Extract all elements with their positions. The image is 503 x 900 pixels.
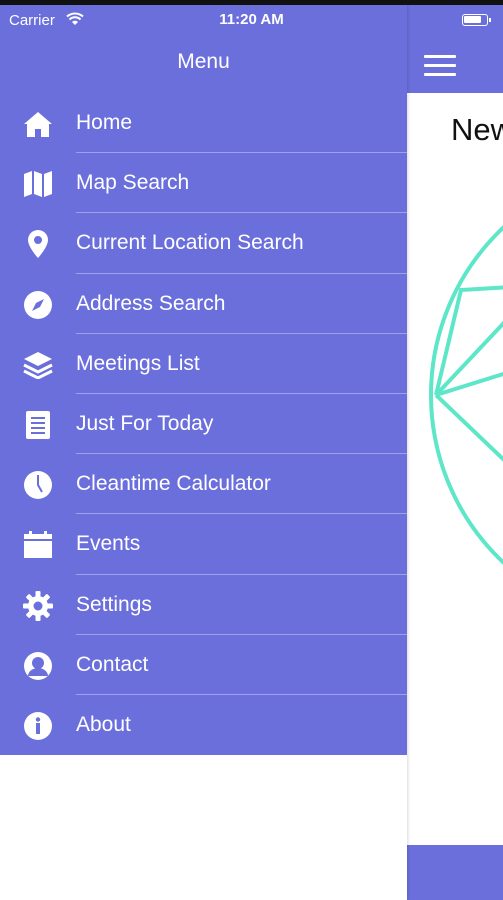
drawer-title: Menu [177,50,230,73]
menu-item-label: Just For Today [76,411,214,435]
menu-item-label: Home [76,111,133,134]
clock-time: 11:20 AM [219,11,284,28]
battery-icon [462,14,491,26]
logo-graphic [429,225,503,565]
person-icon [22,650,54,682]
menu-item-address-search[interactable]: Address Search [0,274,407,334]
map-icon [22,168,54,200]
menu-item-label: About [76,712,131,736]
home-icon [22,108,54,140]
side-drawer: Menu Home Map Search Current Location Se… [0,0,407,900]
menu-item-label: Events [76,532,141,556]
menu-item-about[interactable]: About [0,695,407,755]
menu-item-label: Address Search [76,291,226,315]
menu-item-settings[interactable]: Settings [0,575,407,635]
menu-item-label: Contact [76,652,149,676]
menu-item-label: Cleantime Calculator [76,472,271,496]
menu-item-events[interactable]: Events [0,514,407,575]
document-icon [22,409,54,441]
menu-item-home[interactable]: Home [0,93,407,154]
status-bar: Carrier 11:20 AM [0,5,503,35]
menu-item-current-location-search[interactable]: Current Location Search [0,213,407,274]
layers-icon [22,349,54,381]
menu-item-label: Meetings List [76,351,200,375]
menu-item-just-for-today[interactable]: Just For Today [0,394,407,455]
menu-item-label: Map Search [76,171,190,195]
menu-item-label: Settings [76,592,152,616]
menu-item-cleantime-calculator[interactable]: Cleantime Calculator [0,454,407,515]
calendar-icon [22,529,54,561]
gear-icon [22,590,54,622]
clock-icon [22,469,54,501]
drawer-menu: Home Map Search Current Location Search … [0,93,407,755]
info-icon [22,710,54,742]
hamburger-menu-icon[interactable] [424,55,456,77]
menu-item-label: Current Location Search [76,231,304,255]
bottom-bar [407,845,503,900]
main-title: New [451,112,503,147]
menu-item-meetings-list[interactable]: Meetings List [0,334,407,394]
menu-item-contact[interactable]: Contact [0,635,407,695]
location-pin-icon [22,228,54,260]
menu-item-map-search[interactable]: Map Search [0,153,407,214]
compass-icon [22,289,54,321]
